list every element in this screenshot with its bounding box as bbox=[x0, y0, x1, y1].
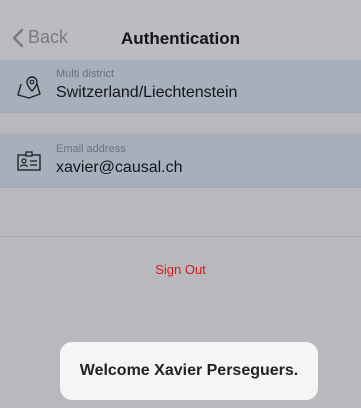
district-value: Switzerland/Liechtenstein bbox=[56, 84, 238, 101]
district-label: Multi district bbox=[56, 68, 115, 80]
navigation-bar: Back Authentication bbox=[0, 0, 361, 60]
page-title: Authentication bbox=[121, 29, 240, 48]
map-pin-icon bbox=[17, 76, 41, 99]
divider bbox=[0, 236, 361, 237]
sign-out-button[interactable]: Sign Out bbox=[0, 262, 361, 277]
welcome-toast: Welcome Xavier Perseguers. bbox=[60, 342, 318, 400]
id-card-icon bbox=[17, 151, 41, 171]
divider bbox=[0, 187, 361, 188]
email-label: Email address bbox=[56, 143, 126, 155]
district-row[interactable]: Multi district Switzerland/Liechtenstein bbox=[0, 60, 361, 112]
email-value: xavier@causal.ch bbox=[56, 159, 183, 176]
email-row[interactable]: Email address xavier@causal.ch bbox=[0, 135, 361, 187]
divider bbox=[0, 112, 361, 113]
